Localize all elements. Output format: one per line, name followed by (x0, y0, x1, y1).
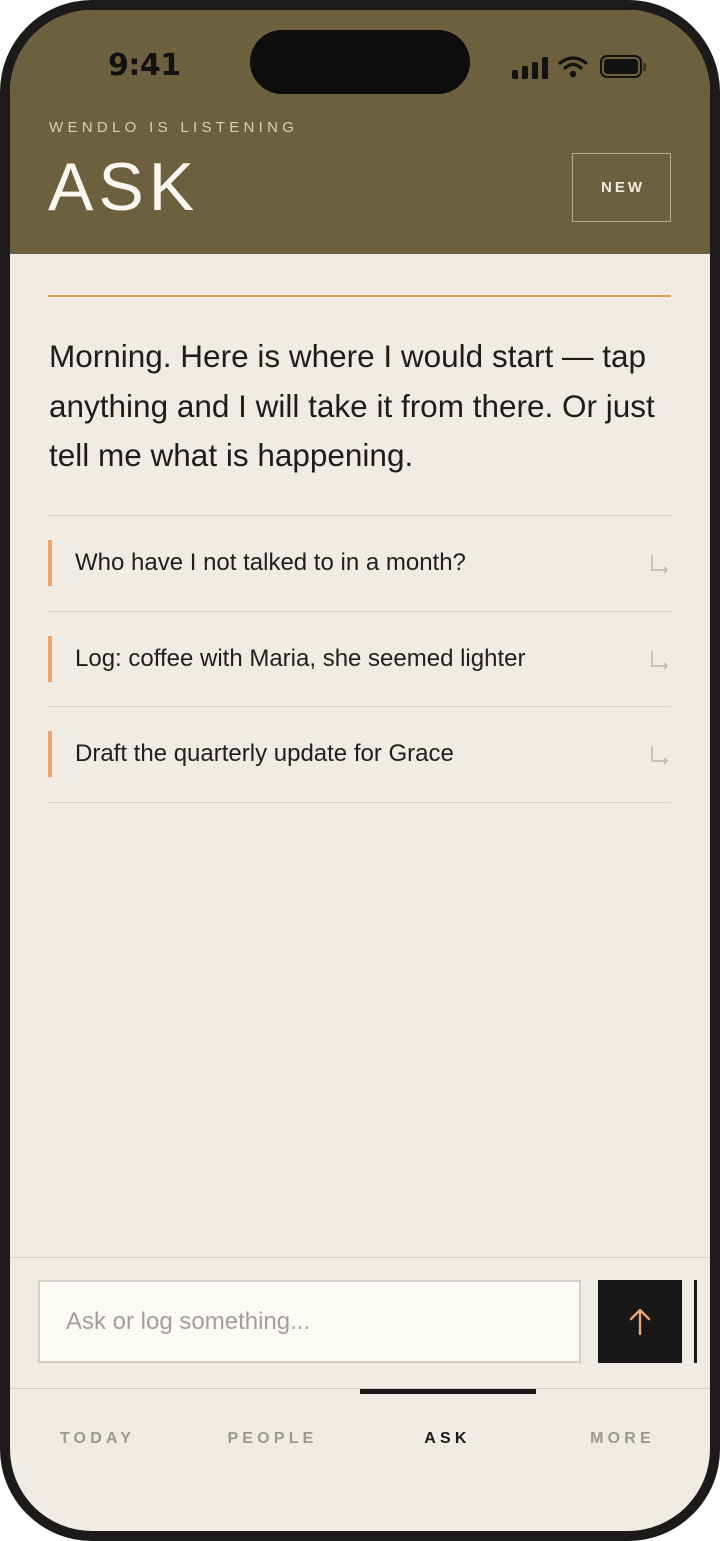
accent-divider (48, 295, 671, 297)
suggestion-accent-bar (48, 731, 52, 777)
overflow-edge (694, 1280, 697, 1363)
listening-kicker: WENDLO IS LISTENING (49, 119, 299, 136)
suggestion-label: Who have I not talked to in a month? (75, 549, 466, 576)
tab-today[interactable]: TODAY (10, 1419, 185, 1459)
ask-input[interactable] (38, 1280, 581, 1363)
suggestion-label: Log: coffee with Maria, she seemed light… (75, 644, 526, 672)
cellular-signal-icon (512, 57, 548, 79)
assistant-intro-message: Morning. Here is where I would start — t… (49, 338, 655, 473)
reply-arrow-icon (651, 650, 669, 670)
suggestion-item[interactable]: Draft the quarterly update for Grace (48, 707, 671, 803)
tab-people[interactable]: PEOPLE (185, 1419, 360, 1459)
active-tab-indicator (360, 1389, 536, 1394)
wifi-icon (558, 56, 588, 78)
new-button[interactable]: NEW (572, 153, 671, 222)
dynamic-island (250, 30, 470, 94)
suggestion-item[interactable]: Who have I not talked to in a month? (48, 516, 671, 612)
suggestion-accent-bar (48, 540, 52, 586)
tab-ask[interactable]: ASK (360, 1419, 535, 1459)
page-title: ASK (48, 149, 200, 225)
status-time: 9:41 (108, 48, 181, 83)
suggestion-item[interactable]: Log: coffee with Maria, she seemed light… (48, 612, 671, 707)
battery-icon (600, 55, 648, 79)
send-button[interactable] (598, 1280, 682, 1363)
app-screen: 9:41 WENDLO IS LISTENING ASK NEW Morning… (10, 10, 710, 1531)
header: 9:41 WENDLO IS LISTENING ASK NEW (10, 10, 710, 254)
suggestion-label: Draft the quarterly update for Grace (75, 740, 454, 767)
tab-more[interactable]: MORE (535, 1419, 710, 1459)
suggestion-accent-bar (48, 635, 52, 682)
reply-arrow-icon (651, 555, 669, 574)
arrow-up-icon (629, 1308, 651, 1335)
suggestion-list: Who have I not talked to in a month? Log… (48, 515, 671, 803)
tab-bar: TODAY PEOPLE ASK MORE (10, 1389, 710, 1531)
reply-arrow-icon (651, 746, 669, 765)
composer-bar (10, 1257, 710, 1389)
phone-frame: 9:41 WENDLO IS LISTENING ASK NEW Morning… (0, 0, 720, 1541)
